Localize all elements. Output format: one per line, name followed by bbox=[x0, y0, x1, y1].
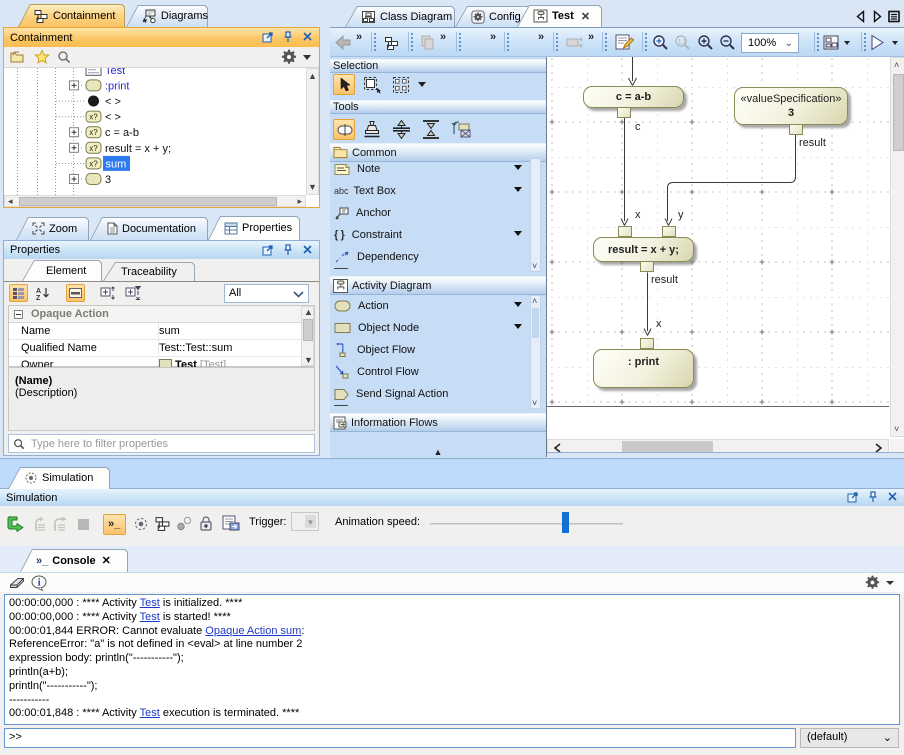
svg-text:sum: sum bbox=[106, 158, 127, 170]
svg-text:Test: Test bbox=[105, 68, 125, 77]
svg-text:x?: x? bbox=[89, 128, 98, 137]
svg-text:Z: Z bbox=[36, 295, 41, 301]
svg-text::print: :print bbox=[105, 80, 129, 92]
svg-text:x?: x? bbox=[89, 144, 98, 153]
svg-text:x?: x? bbox=[89, 113, 98, 122]
svg-text:< >: < > bbox=[105, 112, 121, 124]
svg-text:A: A bbox=[36, 288, 41, 295]
svg-text:< >: < > bbox=[105, 96, 121, 108]
svg-text:result = x + y;: result = x + y; bbox=[105, 143, 171, 155]
svg-text:x?: x? bbox=[89, 159, 98, 168]
svg-text:i: i bbox=[38, 578, 41, 589]
svg-text:c = a-b: c = a-b bbox=[105, 127, 139, 139]
svg-text:3: 3 bbox=[105, 174, 111, 186]
